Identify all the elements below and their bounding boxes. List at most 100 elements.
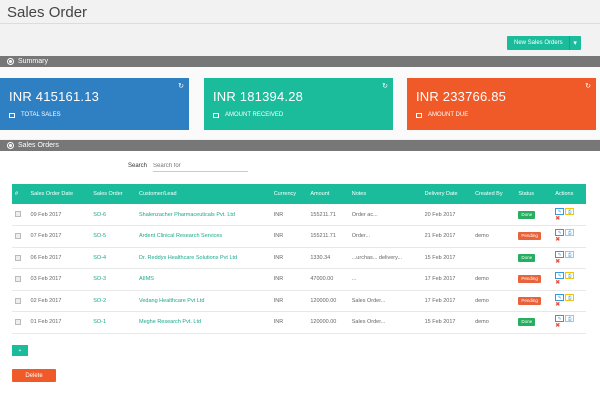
delete-icon[interactable]: ✖ xyxy=(555,280,583,286)
print-icon[interactable]: ⎙ xyxy=(565,250,575,258)
order-date: 06 Feb 2017 xyxy=(30,254,62,261)
print-icon[interactable]: ⎙ xyxy=(565,293,575,301)
table-row[interactable]: 07 Feb 2017 SO-5 Ardent Clinical Research … xyxy=(12,226,586,248)
column-header[interactable]: Created By xyxy=(472,184,515,204)
summary-card: ↻ INR 415161.13 TOTAL SALES xyxy=(0,78,189,130)
new-sales-order-button[interactable]: New Sales Orders ▾ xyxy=(507,36,581,50)
delivery-date: 20 Feb 2017 xyxy=(424,211,456,218)
search-row: Search xyxy=(128,160,249,172)
edit-icon[interactable]: ✎ xyxy=(555,293,565,301)
print-icon[interactable]: ⎙ xyxy=(565,229,575,237)
summary-panel-header[interactable]: Summary xyxy=(0,56,600,67)
search-input[interactable] xyxy=(153,160,249,172)
delete-icon[interactable]: ✖ xyxy=(555,259,583,265)
row-checkbox[interactable] xyxy=(15,276,21,283)
order-number-link[interactable]: SO-5 xyxy=(90,226,136,248)
order-date: 09 Feb 2017 xyxy=(30,211,62,218)
customer-link[interactable]: AIIMS xyxy=(136,269,271,291)
currency: INR xyxy=(273,233,284,240)
column-header[interactable]: Delivery Date xyxy=(422,184,472,204)
table-row[interactable]: 02 Feb 2017 SO-2 Vedang Healthcare Pvt Ltd… xyxy=(12,290,586,312)
row-checkbox[interactable] xyxy=(15,254,21,261)
refresh-icon[interactable]: ↻ xyxy=(178,82,184,90)
created-by: demo xyxy=(475,276,489,283)
order-number-link[interactable]: SO-3 xyxy=(90,269,136,291)
print-icon[interactable]: ⎙ xyxy=(565,272,575,280)
column-header[interactable]: Status xyxy=(515,184,552,204)
created-by xyxy=(472,247,515,269)
row-checkbox[interactable] xyxy=(15,297,21,304)
created-by xyxy=(472,204,515,226)
delivery-date: 21 Feb 2017 xyxy=(424,233,456,240)
delete-icon[interactable]: ✖ xyxy=(555,237,583,243)
table-row[interactable]: 01 Feb 2017 SO-1 Meghe Research Pvt. Ltd IN… xyxy=(12,312,586,334)
created-by: demo xyxy=(475,233,489,240)
column-header[interactable]: Amount xyxy=(307,184,348,204)
customer-link[interactable]: Ardent Clinical Research Services xyxy=(136,226,271,248)
table-row[interactable]: 06 Feb 2017 SO-4 Dr. Reddys Healthcare Sol… xyxy=(12,247,586,269)
refresh-icon[interactable]: ↻ xyxy=(585,82,591,90)
edit-icon[interactable]: ✎ xyxy=(555,250,565,258)
print-icon[interactable]: ⎙ xyxy=(565,207,575,215)
card-label: TOTAL SALES xyxy=(21,112,61,118)
customer-link[interactable]: Vedang Healthcare Pvt Ltd xyxy=(136,290,271,312)
order-number-link[interactable]: SO-4 xyxy=(90,247,136,269)
order-date: 03 Feb 2017 xyxy=(30,276,62,283)
delete-icon[interactable]: ✖ xyxy=(555,323,583,329)
search-label: Search xyxy=(128,163,148,169)
column-header[interactable]: Sales Order Date xyxy=(28,184,91,204)
status-badge: Done xyxy=(518,210,536,219)
edit-icon[interactable]: ✎ xyxy=(555,315,565,323)
column-header[interactable]: # xyxy=(12,184,28,204)
delivery-date: 17 Feb 2017 xyxy=(424,297,456,304)
currency: INR xyxy=(273,319,284,326)
column-header[interactable]: Sales Order xyxy=(90,184,136,204)
add-row-button[interactable]: + xyxy=(12,345,28,356)
chevron-down-icon[interactable]: ▾ xyxy=(568,36,581,50)
row-checkbox[interactable] xyxy=(15,319,21,326)
sales-orders-table: # Sales Order Date Sales Order Customer/Lea… xyxy=(12,184,586,334)
orders-title: Sales Orders xyxy=(18,142,59,149)
table-row[interactable]: 03 Feb 2017 SO-3 AIIMS INR 47000.00... 17 Feb… xyxy=(12,269,586,291)
row-checkbox[interactable] xyxy=(15,233,21,240)
notes: Sales Order... xyxy=(351,319,386,326)
page-header: Sales Order xyxy=(0,0,600,24)
card-label-row: AMOUNT RECEIVED xyxy=(213,112,283,118)
column-header[interactable]: Notes xyxy=(349,184,422,204)
edit-icon[interactable]: ✎ xyxy=(555,272,565,280)
edit-icon[interactable]: ✎ xyxy=(555,229,565,237)
edit-icon[interactable]: ✎ xyxy=(555,207,565,215)
amount: 155211.71 xyxy=(310,211,336,218)
column-header[interactable]: Currency xyxy=(271,184,308,204)
table-row[interactable]: 09 Feb 2017 SO-6 Shalenzacher Pharmaceutic… xyxy=(12,204,586,226)
summary-card: ↻ INR 233766.85 AMOUNT DUE xyxy=(407,78,596,130)
column-header[interactable]: Customer/Lead xyxy=(136,184,271,204)
summary-card: ↻ INR 181394.28 AMOUNT RECEIVED xyxy=(204,78,393,130)
created-by: demo xyxy=(475,297,489,304)
card-label-row: AMOUNT DUE xyxy=(416,112,468,118)
notes: Order... xyxy=(351,233,371,240)
order-number-link[interactable]: SO-1 xyxy=(90,312,136,334)
card-amount: INR 415161.13 xyxy=(9,89,100,104)
customer-link[interactable]: Dr. Reddys Healthcare Solutions Pvt Ltd xyxy=(136,247,271,269)
customer-link[interactable]: Shalenzacher Pharmaceuticals Pvt. Ltd xyxy=(136,204,271,226)
status-badge: Pending xyxy=(518,232,541,241)
delete-button[interactable]: Delete xyxy=(12,369,56,382)
column-header[interactable]: Actions xyxy=(552,184,586,204)
order-number-link[interactable]: SO-2 xyxy=(90,290,136,312)
row-checkbox[interactable] xyxy=(15,211,21,218)
amount: 1330.34 xyxy=(310,254,331,261)
order-number-link[interactable]: SO-6 xyxy=(90,204,136,226)
card-icon xyxy=(213,112,219,118)
delete-icon[interactable]: ✖ xyxy=(555,302,583,308)
orders-panel-header[interactable]: Sales Orders xyxy=(0,140,600,151)
amount: 120000.00 xyxy=(310,319,337,326)
delete-icon[interactable]: ✖ xyxy=(555,216,583,222)
status-badge: Done xyxy=(518,253,536,262)
card-label: AMOUNT DUE xyxy=(428,112,469,118)
new-sales-order-label: New Sales Orders xyxy=(514,40,563,46)
card-icon xyxy=(416,112,422,118)
customer-link[interactable]: Meghe Research Pvt. Ltd xyxy=(136,312,271,334)
refresh-icon[interactable]: ↻ xyxy=(382,82,388,90)
print-icon[interactable]: ⎙ xyxy=(565,315,575,323)
